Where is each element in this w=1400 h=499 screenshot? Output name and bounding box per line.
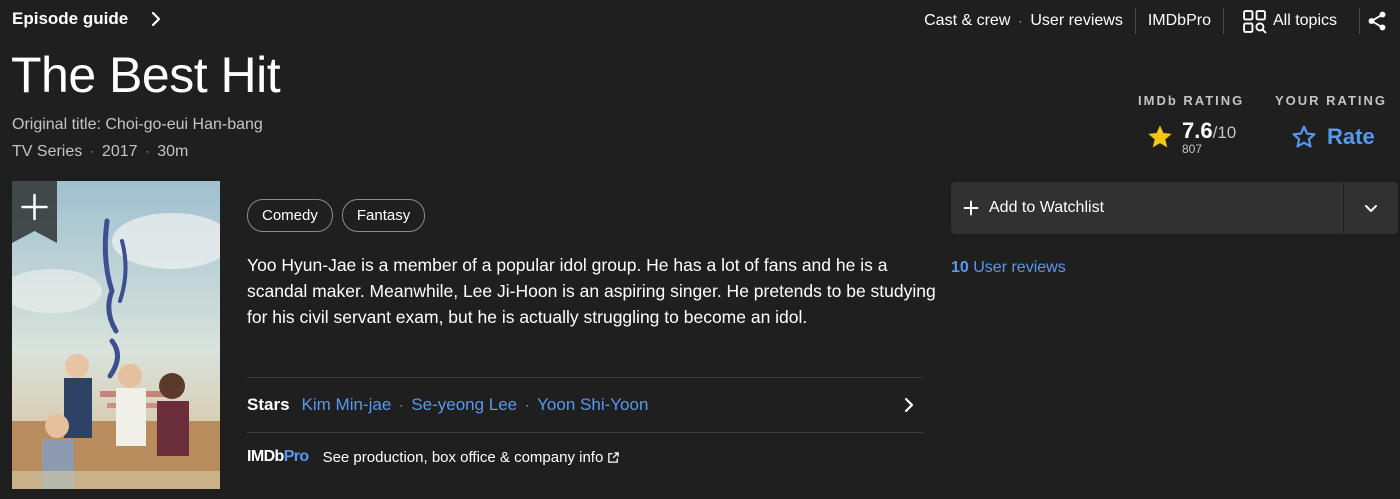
imdb-rating-value: 7.6/10 807 xyxy=(1146,118,1244,156)
divider xyxy=(247,432,923,433)
imdbpro-logo-pro: Pro xyxy=(283,448,309,465)
plot-summary: Yoo Hyun-Jae is a member of a popular id… xyxy=(247,255,936,327)
your-rating: YOUR RATING Rate xyxy=(1275,93,1387,150)
star-link-se-yeong-lee[interactable]: Se-yeong Lee xyxy=(411,395,517,415)
user-reviews-nav-link[interactable]: User reviews xyxy=(1022,12,1134,30)
stars-row: Stars Kim Min-jae · Se-yeong Lee · Yoon … xyxy=(247,378,923,432)
star-outline-icon xyxy=(1292,125,1316,148)
imdbpro-info-link[interactable]: IMDbPro See production, box office & com… xyxy=(247,448,620,466)
external-link-icon xyxy=(608,451,620,463)
episode-guide-link[interactable]: Episode guide xyxy=(12,9,164,29)
meta-separator: · xyxy=(145,146,150,158)
your-rating-label: YOUR RATING xyxy=(1275,93,1388,108)
rate-button[interactable]: Rate xyxy=(1291,124,1387,150)
page-title: The Best Hit xyxy=(11,47,281,103)
meta-separator: · xyxy=(90,146,94,158)
imdb-rating[interactable]: IMDb RATING 7.6/10 807 xyxy=(1138,93,1244,156)
imdb-rating-label: IMDb RATING xyxy=(1138,93,1245,108)
watchlist-button-group: Add to Watchlist xyxy=(951,182,1398,234)
rating-score: 7.6 xyxy=(1182,118,1213,143)
share-icon xyxy=(1368,11,1386,31)
all-topics-button[interactable]: All topics xyxy=(1224,9,1359,34)
star-link-yoon-shi-yoon[interactable]: Yoon Shi-Yoon xyxy=(537,395,648,415)
genre-chip-comedy[interactable]: Comedy xyxy=(247,199,333,232)
rating-count: 807 xyxy=(1182,142,1203,156)
plus-icon xyxy=(963,200,979,216)
genre-chips: Comedy Fantasy xyxy=(247,199,426,232)
star-separator: · xyxy=(399,398,404,412)
user-reviews-label: User reviews xyxy=(973,259,1066,276)
top-nav: Cast & crew · User reviews IMDbPro All t… xyxy=(912,0,1400,42)
plus-icon xyxy=(12,181,57,243)
chevron-right-icon xyxy=(904,397,914,413)
imdbpro-info-text: See production, box office & company inf… xyxy=(322,448,604,466)
poster-image[interactable] xyxy=(12,181,220,489)
cast-crew-link[interactable]: Cast & crew xyxy=(912,12,1018,30)
rate-label: Rate xyxy=(1327,124,1375,149)
imdbpro-link[interactable]: IMDbPro xyxy=(1136,12,1223,30)
grid-search-icon xyxy=(1243,9,1267,33)
user-reviews-link[interactable]: 10 User reviews xyxy=(951,259,1066,277)
watchlist-dropdown-button[interactable] xyxy=(1344,182,1398,234)
add-to-watchlist-ribbon[interactable] xyxy=(12,181,57,243)
stars-expand-button[interactable] xyxy=(895,397,923,413)
star-separator: · xyxy=(525,398,530,412)
original-title: Original title: Choi-go-eui Han-bang xyxy=(12,116,263,133)
imdbpro-logo-imdb: IMDb xyxy=(247,448,284,465)
episode-guide-label: Episode guide xyxy=(12,9,129,28)
chevron-right-icon xyxy=(152,11,161,27)
imdbpro-logo: IMDbPro xyxy=(247,448,309,466)
add-to-watchlist-button[interactable]: Add to Watchlist xyxy=(951,182,1343,234)
add-to-watchlist-label: Add to Watchlist xyxy=(989,199,1105,216)
rating-out-of: /10 xyxy=(1212,123,1237,142)
user-reviews-count: 10 xyxy=(951,259,969,276)
genre-chip-fantasy[interactable]: Fantasy xyxy=(341,199,426,232)
chevron-down-icon xyxy=(1365,205,1377,212)
all-topics-label: All topics xyxy=(1272,12,1337,29)
title-meta: TV Series · 2017 · 30m xyxy=(12,143,188,161)
meta-year[interactable]: 2017 xyxy=(102,143,138,161)
meta-type[interactable]: TV Series xyxy=(12,143,82,161)
share-button[interactable] xyxy=(1360,10,1400,32)
meta-runtime: 30m xyxy=(157,143,189,160)
stars-label[interactable]: Stars xyxy=(247,395,290,415)
star-filled-icon xyxy=(1148,125,1172,148)
star-link-kim-min-jae[interactable]: Kim Min-jae xyxy=(302,395,392,415)
